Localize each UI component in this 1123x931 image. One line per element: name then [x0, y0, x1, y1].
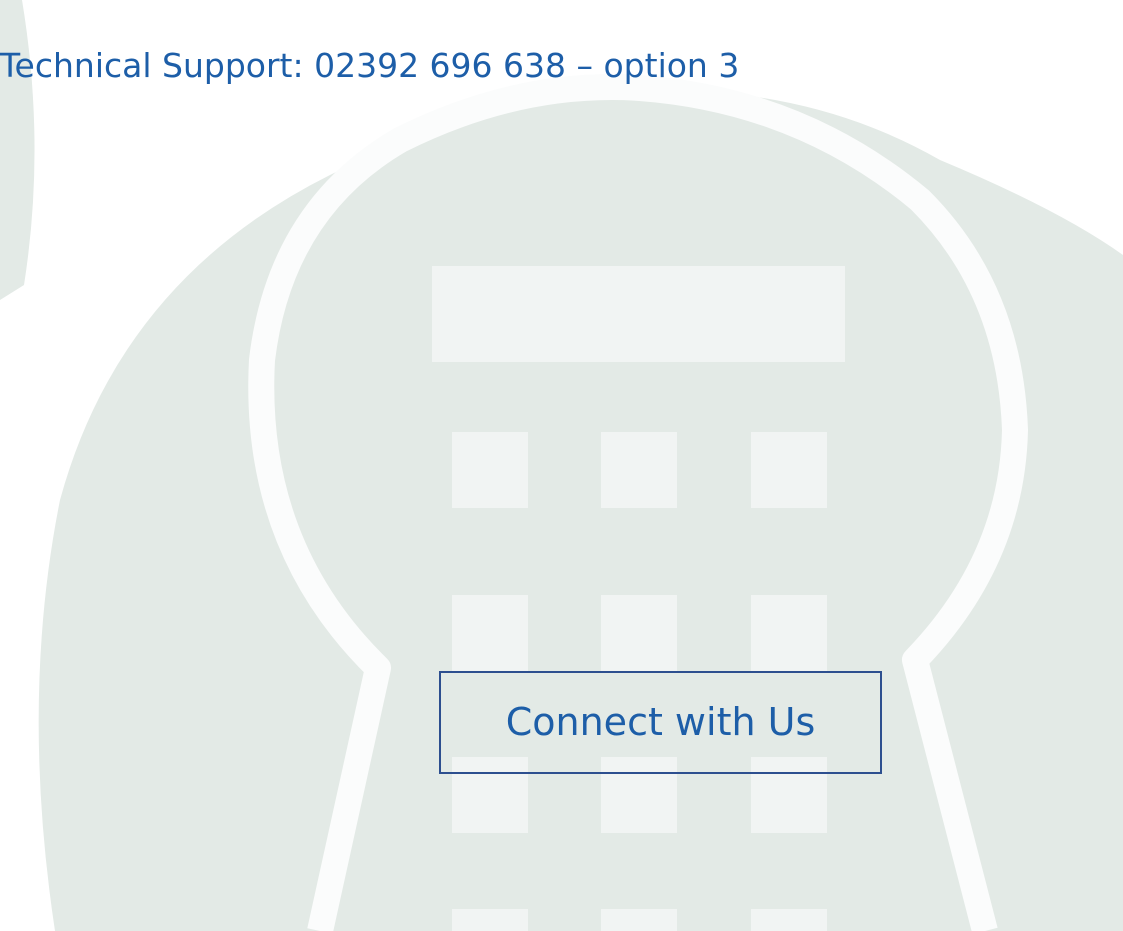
- calculator-key: [751, 909, 827, 931]
- calculator-key: [751, 595, 827, 671]
- calculator-key: [751, 432, 827, 508]
- calculator-key: [601, 432, 677, 508]
- calculator-key: [601, 909, 677, 931]
- calculator-key: [452, 909, 528, 931]
- contact-page: Technical Support: 02392 696 638 – optio…: [0, 0, 1123, 931]
- calculator-key: [452, 432, 528, 508]
- calculator-key: [452, 595, 528, 671]
- connect-with-us-button[interactable]: Connect with Us: [439, 671, 882, 774]
- calculator-key: [601, 595, 677, 671]
- technical-support-phone: Technical Support: 02392 696 638 – optio…: [0, 46, 740, 85]
- calculator-icon: [0, 0, 1123, 931]
- calculator-display: [432, 266, 845, 362]
